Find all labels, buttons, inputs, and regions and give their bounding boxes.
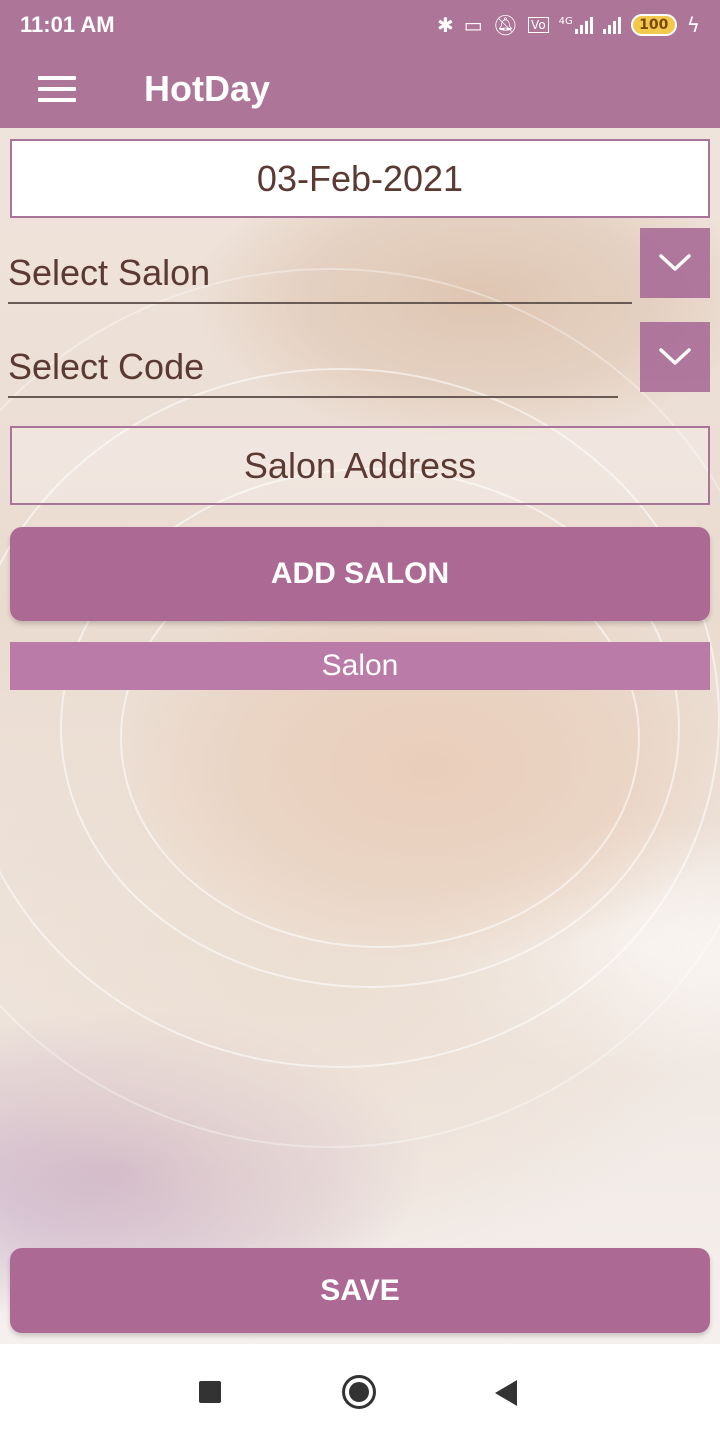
chevron-down-icon [659, 348, 691, 365]
save-label: SAVE [320, 1273, 400, 1307]
recents-square-icon[interactable] [199, 1381, 221, 1403]
battery-icon: 100 [630, 14, 677, 36]
app-title: HotDay [144, 68, 271, 109]
select-code-underline [8, 396, 618, 398]
app-bar: HotDay [0, 50, 720, 128]
hamburger-menu-icon[interactable] [38, 76, 76, 102]
network-type-label: 4G [558, 16, 573, 27]
charging-icon: ϟ [686, 13, 700, 37]
select-code-label: Select Code [8, 346, 205, 387]
back-triangle-icon[interactable] [495, 1380, 517, 1406]
add-salon-label: ADD SALON [270, 557, 450, 590]
salon-address-placeholder: Salon Address [243, 444, 477, 486]
select-salon-dropdown[interactable]: Select Salon [8, 228, 632, 304]
select-code-dropdown-button[interactable] [640, 322, 710, 392]
add-salon-button[interactable]: ADD SALON [10, 527, 710, 621]
bluetooth-icon: ✱ [436, 13, 454, 37]
date-value: 03-Feb-2021 [256, 157, 464, 199]
status-icons: ✱ ▭ 🔕︎ Vo 4G 100 ϟ [437, 13, 700, 37]
home-circle-icon[interactable] [342, 1375, 376, 1409]
select-salon-label: Select Salon [8, 252, 211, 293]
select-salon-underline [8, 302, 632, 304]
signal-icon-2 [602, 16, 621, 34]
salon-address-field[interactable]: Salon Address [10, 426, 710, 505]
save-button[interactable]: SAVE [10, 1248, 710, 1333]
background-swirl [0, 268, 720, 1148]
date-field[interactable]: 03-Feb-2021 [10, 139, 710, 218]
signal-icon: 4G [559, 16, 593, 34]
vibrate-icon: ▭ [463, 13, 483, 37]
chevron-down-icon [659, 254, 691, 271]
salon-list-header: Salon [10, 642, 710, 690]
background-powder-image [0, 128, 720, 1344]
volte-icon: Vo [528, 17, 549, 33]
select-code-dropdown[interactable]: Select Code [8, 322, 618, 398]
salon-list-header-label: Salon [321, 649, 399, 682]
status-time: 11:01 AM [20, 12, 115, 37]
mute-notification-icon: 🔕︎ [492, 13, 519, 37]
select-salon-dropdown-button[interactable] [640, 228, 710, 298]
status-bar: 11:01 AM ✱ ▭ 🔕︎ Vo 4G 100 ϟ [0, 0, 720, 50]
system-navigation-bar [0, 1344, 720, 1440]
